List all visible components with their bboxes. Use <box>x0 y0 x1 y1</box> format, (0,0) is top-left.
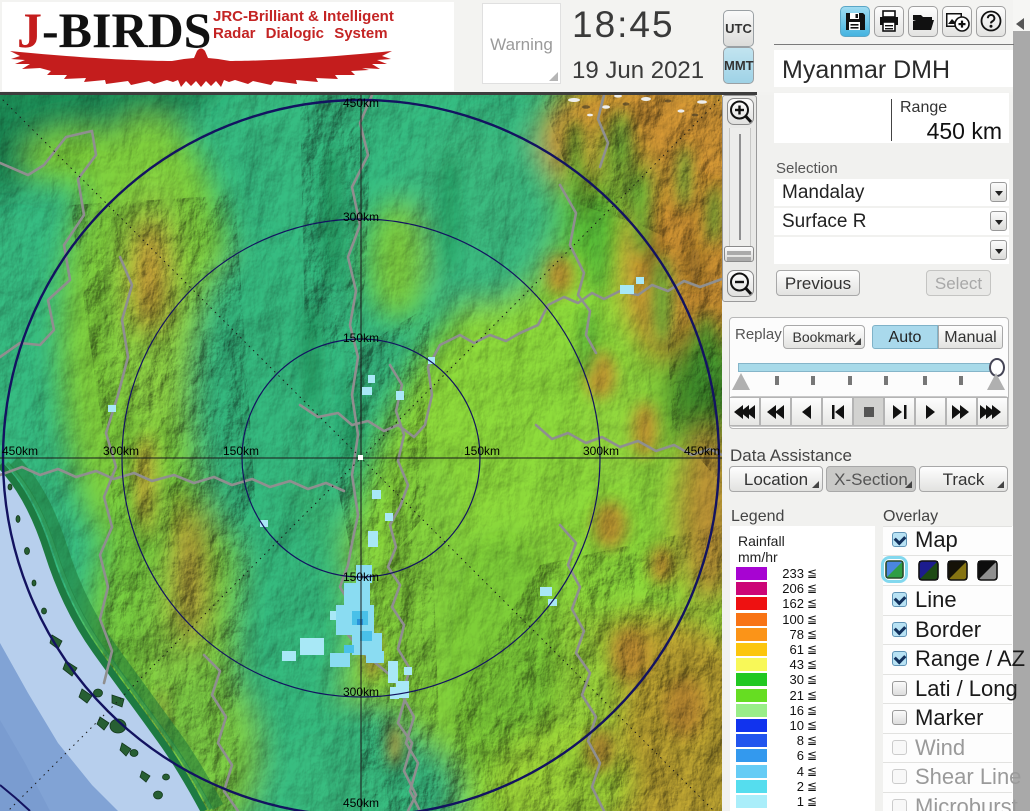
svg-text:150km: 150km <box>343 570 379 584</box>
svg-text:450km: 450km <box>684 444 720 458</box>
svg-text:300km: 300km <box>343 210 379 224</box>
svg-text:300km: 300km <box>583 444 619 458</box>
svg-text:150km: 150km <box>464 444 500 458</box>
svg-text:450km: 450km <box>2 444 38 458</box>
svg-text:150km: 150km <box>223 444 259 458</box>
svg-text:450km: 450km <box>343 796 379 810</box>
svg-text:450km: 450km <box>343 96 379 110</box>
svg-text:300km: 300km <box>103 444 139 458</box>
svg-text:150km: 150km <box>343 331 379 345</box>
svg-text:300km: 300km <box>343 685 379 699</box>
